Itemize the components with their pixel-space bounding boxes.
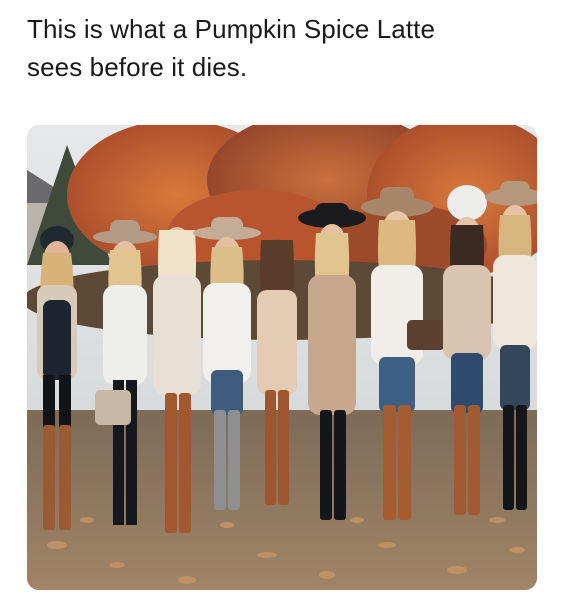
caption-line-1: This is what a Pumpkin Spice Latte: [27, 14, 436, 44]
caption-line-2: sees before it dies.: [27, 52, 248, 82]
post-caption: This is what a Pumpkin Spice Latte sees …: [27, 10, 537, 86]
meme-photo: [27, 125, 537, 590]
